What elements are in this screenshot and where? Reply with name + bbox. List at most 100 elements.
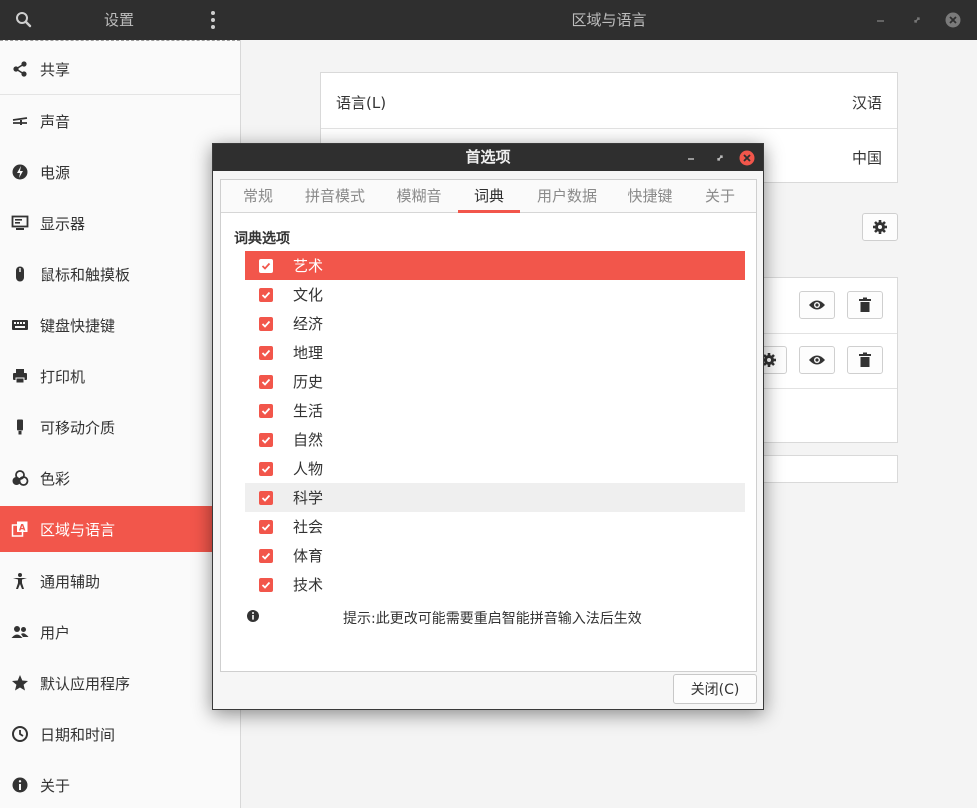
language-value[interactable]: 汉语	[852, 92, 882, 113]
tab-shortcuts[interactable]: 快捷键	[618, 180, 682, 213]
dictionary-checkbox[interactable]	[259, 287, 273, 302]
eye-icon	[809, 300, 825, 310]
dictionary-label: 艺术	[293, 257, 324, 275]
dictionary-checkbox[interactable]	[259, 432, 273, 447]
search-icon[interactable]	[14, 10, 34, 30]
sidebar-item-label: 关于	[40, 776, 71, 795]
tab-fuzzy[interactable]: 模糊音	[387, 180, 451, 213]
sidebar-item-label: 电源	[40, 163, 71, 182]
users-icon	[11, 623, 29, 641]
sidebar-top-border	[0, 40, 240, 41]
sidebar-item-keyboard[interactable]: 键盘快捷键	[0, 302, 240, 348]
star-icon	[11, 674, 29, 692]
card-divider	[321, 128, 897, 129]
tab-about[interactable]: 关于	[693, 180, 747, 213]
title-bar: 设置 区域与语言	[0, 0, 977, 40]
dictionary-checkbox[interactable]	[259, 403, 273, 418]
settings-title: 设置	[103, 11, 134, 29]
language-label[interactable]: 语言(L)	[336, 92, 386, 113]
dictionary-checkbox[interactable]	[259, 577, 273, 592]
tab-general[interactable]: 常规	[233, 180, 283, 213]
dialog-close-icon[interactable]	[738, 149, 756, 167]
sidebar-item-about[interactable]: 关于	[0, 762, 240, 808]
input-sources-settings-button[interactable]	[862, 213, 898, 241]
tab-bar: 常规 拼音模式 模糊音 词典 用户数据 快捷键 关于	[221, 180, 756, 213]
accessibility-icon	[11, 572, 29, 590]
dictionary-row[interactable]: 体育	[245, 541, 745, 570]
remove-button-1[interactable]	[847, 291, 883, 319]
sidebar-item-region-language[interactable]: A 区域与语言	[0, 506, 212, 552]
sidebar-item-label: 声音	[40, 112, 71, 131]
dictionary-row[interactable]: 科学	[245, 483, 745, 512]
section-title: 词典选项	[234, 231, 290, 247]
sidebar-item-label: 可移动介质	[40, 418, 116, 437]
dictionary-row[interactable]: 历史	[245, 367, 745, 396]
sidebar-item-label: 日期和时间	[40, 725, 116, 744]
dictionary-row[interactable]: 文化	[245, 280, 745, 309]
sidebar-item-date-time[interactable]: 日期和时间	[0, 711, 240, 757]
minimize-icon[interactable]	[871, 10, 891, 30]
dictionary-checkbox[interactable]	[259, 519, 273, 534]
close-button[interactable]: 关闭(C)	[673, 674, 757, 704]
maximize-icon[interactable]	[907, 10, 927, 30]
sidebar-item-label: 默认应用程序	[40, 674, 131, 693]
dictionary-checkbox[interactable]	[259, 316, 273, 331]
sidebar-item-color[interactable]: 色彩	[0, 455, 240, 501]
tab-user-data[interactable]: 用户数据	[527, 180, 607, 213]
region-language-icon: A	[11, 520, 29, 538]
sidebar-item-accessibility[interactable]: 通用辅助	[0, 558, 240, 604]
clock-icon	[11, 725, 29, 743]
dialog-maximize-icon[interactable]	[711, 149, 729, 167]
dictionary-label: 科学	[293, 489, 324, 507]
panel-title: 区域与语言	[571, 11, 647, 29]
dictionary-label: 文化	[293, 286, 324, 304]
dictionary-row[interactable]: 经济	[245, 309, 745, 338]
sidebar-item-share[interactable]: 共享	[0, 46, 240, 92]
preview-button-1[interactable]	[799, 291, 835, 319]
sidebar-item-label: 共享	[40, 60, 71, 79]
dictionary-row[interactable]: 自然	[245, 425, 745, 454]
sidebar-item-default-apps[interactable]: 默认应用程序	[0, 660, 240, 706]
sidebar-item-sound[interactable]: 声音	[0, 98, 240, 144]
tab-pinyin-mode[interactable]: 拼音模式	[295, 180, 375, 213]
sidebar-item-display[interactable]: 显示器	[0, 200, 240, 246]
power-icon	[11, 163, 29, 181]
dictionary-checkbox[interactable]	[259, 258, 273, 273]
dictionary-row[interactable]: 人物	[245, 454, 745, 483]
dictionary-label: 技术	[293, 576, 324, 594]
dictionary-label: 社会	[293, 518, 324, 536]
sidebar-separator	[0, 94, 240, 95]
dictionary-label: 生活	[293, 402, 324, 420]
svg-text:A: A	[19, 523, 26, 533]
dictionary-checkbox[interactable]	[259, 461, 273, 476]
dictionary-row[interactable]: 地理	[245, 338, 745, 367]
dialog-minimize-icon[interactable]	[683, 149, 701, 167]
sidebar-item-power[interactable]: 电源	[0, 149, 240, 195]
remove-button-2[interactable]	[847, 346, 883, 374]
share-icon	[11, 60, 29, 78]
sidebar-item-mouse[interactable]: 鼠标和触摸板	[0, 251, 240, 297]
sidebar-item-printer[interactable]: 打印机	[0, 353, 240, 399]
preview-button-2[interactable]	[799, 346, 835, 374]
info-icon	[246, 609, 260, 623]
dictionary-row[interactable]: 艺术	[245, 251, 745, 280]
keyboard-icon	[11, 316, 29, 334]
gear-icon	[873, 220, 887, 234]
tab-dictionary[interactable]: 词典	[458, 180, 520, 213]
dictionary-label: 自然	[293, 431, 324, 449]
dictionary-checkbox[interactable]	[259, 490, 273, 505]
dictionary-checkbox[interactable]	[259, 374, 273, 389]
dictionary-row[interactable]: 生活	[245, 396, 745, 425]
close-window-icon[interactable]	[943, 10, 963, 30]
dictionary-row[interactable]: 社会	[245, 512, 745, 541]
dictionary-checkbox[interactable]	[259, 548, 273, 563]
dictionary-row[interactable]: 技术	[245, 570, 745, 599]
dialog-notebook: 常规 拼音模式 模糊音 词典 用户数据 快捷键 关于 词典选项 启用 描述 艺术…	[220, 179, 757, 672]
sidebar-item-label: 用户	[40, 623, 71, 642]
formats-value[interactable]: 中国	[852, 147, 882, 168]
dictionary-checkbox[interactable]	[259, 345, 273, 360]
sidebar-item-label: 打印机	[40, 367, 86, 386]
sidebar-item-removable-media[interactable]: 可移动介质	[0, 404, 240, 450]
sidebar-item-users[interactable]: 用户	[0, 609, 240, 655]
menu-icon[interactable]	[204, 10, 222, 30]
